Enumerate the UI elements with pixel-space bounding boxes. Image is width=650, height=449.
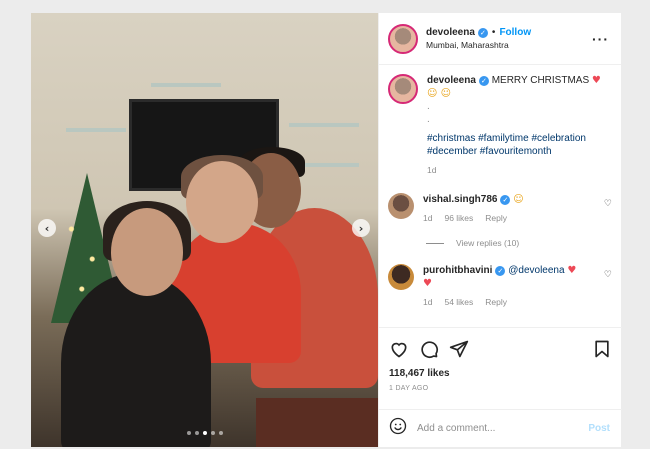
table	[256, 398, 378, 447]
post-sidebar: devoleena ✓ • Follow Mumbai, Maharashtra…	[378, 13, 622, 447]
comment-username[interactable]: vishal.singh786	[423, 194, 497, 205]
follow-button[interactable]: Follow	[499, 27, 531, 38]
add-comment-bar: Post	[379, 409, 622, 447]
caption: devoleena ✓ MERRY CHRISTMAS ♥ ☺ ☺ . . #ch…	[388, 74, 612, 177]
comment-likes[interactable]: 54 likes	[444, 296, 473, 309]
carousel-indicator	[187, 431, 223, 435]
caption-dot: .	[427, 101, 430, 112]
post-comment-button[interactable]: Post	[588, 423, 610, 434]
share-icon[interactable]	[449, 339, 469, 359]
carousel-prev-icon[interactable]: ‹	[38, 219, 56, 237]
comment-likes[interactable]: 96 likes	[444, 212, 473, 225]
caption-hashtags[interactable]: #christmas #familytime #celebration #dec…	[427, 132, 612, 158]
bookmark-icon[interactable]	[592, 339, 612, 359]
avatar[interactable]	[388, 264, 414, 290]
verified-badge-icon: ✓	[500, 195, 511, 205]
post-username[interactable]: devoleena	[426, 27, 475, 38]
carousel-dot	[195, 431, 199, 435]
person-left	[61, 273, 211, 447]
avatar[interactable]	[388, 74, 418, 104]
verified-badge-icon: ✓	[495, 266, 506, 276]
post-header: devoleena ✓ • Follow Mumbai, Maharashtra…	[379, 13, 621, 65]
red-heart-emoji-icon: ♥	[591, 75, 601, 86]
hashtags-line[interactable]: #december #favouritemonth	[427, 145, 612, 158]
comment-icon[interactable]	[419, 339, 439, 359]
comment-age[interactable]: 1d	[423, 296, 432, 309]
person-left-face	[111, 208, 183, 296]
carousel-dot	[187, 431, 191, 435]
wall-shelf	[151, 83, 221, 87]
caption-age[interactable]: 1d	[427, 164, 612, 177]
more-options-icon[interactable]: ···	[592, 31, 609, 47]
post-location[interactable]: Mumbai, Maharashtra	[426, 40, 592, 50]
verified-badge-icon: ✓	[477, 27, 488, 38]
red-heart-emoji-icon: ♥	[423, 278, 432, 289]
comment-input[interactable]	[417, 423, 589, 434]
heart-icon[interactable]	[389, 339, 409, 359]
post-date[interactable]: 1 DAY AGO	[389, 385, 612, 392]
wall-shelf	[289, 123, 359, 127]
comment-item: vishal.singh786 ✓ ☺ 1d 96 likes Reply ♡	[388, 193, 612, 225]
avatar[interactable]	[388, 193, 414, 219]
divider-line	[426, 242, 444, 244]
reply-button[interactable]: Reply	[485, 296, 507, 309]
view-replies-label[interactable]: View replies (10)	[456, 238, 519, 248]
heart-icon[interactable]: ♡	[604, 199, 612, 225]
caption-text: MERRY CHRISTMAS	[491, 75, 590, 86]
emoji-smiley-icon[interactable]	[389, 417, 407, 440]
person-middle-face	[186, 161, 258, 243]
hashtags-line[interactable]: #christmas #familytime #celebration	[427, 132, 612, 145]
heart-icon[interactable]: ♡	[604, 270, 612, 309]
carousel-dot	[219, 431, 223, 435]
face-emoji-icon: ☺	[513, 194, 524, 205]
verified-badge-icon: ✓	[478, 76, 489, 86]
carousel-dot-active	[203, 431, 207, 435]
caption-username[interactable]: devoleena	[427, 75, 476, 86]
carousel-dot	[211, 431, 215, 435]
comment-item: purohitbhavini ✓ @devoleena ♥ ♥ 1d 54 lik…	[388, 264, 612, 309]
post-actions: 118,467 likes 1 DAY AGO	[379, 327, 622, 392]
avatar[interactable]	[388, 23, 418, 54]
comment-age[interactable]: 1d	[423, 212, 432, 225]
red-heart-emoji-icon: ♥	[567, 265, 577, 276]
post-photo[interactable]: ‹ ›	[31, 13, 378, 447]
view-replies-button[interactable]: View replies (10)	[426, 238, 612, 248]
comments-section[interactable]: devoleena ✓ MERRY CHRISTMAS ♥ ☺ ☺ . . #ch…	[379, 65, 622, 327]
carousel-next-icon[interactable]: ›	[352, 219, 370, 237]
separator-dot: •	[491, 27, 496, 38]
face-emoji-icon: ☺ ☺	[427, 88, 452, 99]
caption-dot: .	[427, 114, 430, 125]
reply-button[interactable]: Reply	[485, 212, 507, 225]
comment-username[interactable]: purohitbhavini	[423, 265, 492, 276]
wall-shelf	[66, 128, 126, 132]
likes-count[interactable]: 118,467 likes	[389, 368, 612, 379]
comment-mention[interactable]: @devoleena	[508, 265, 564, 276]
post-modal: ‹ › devoleena ✓ • Follow Mumbai, Maharas…	[31, 13, 622, 447]
